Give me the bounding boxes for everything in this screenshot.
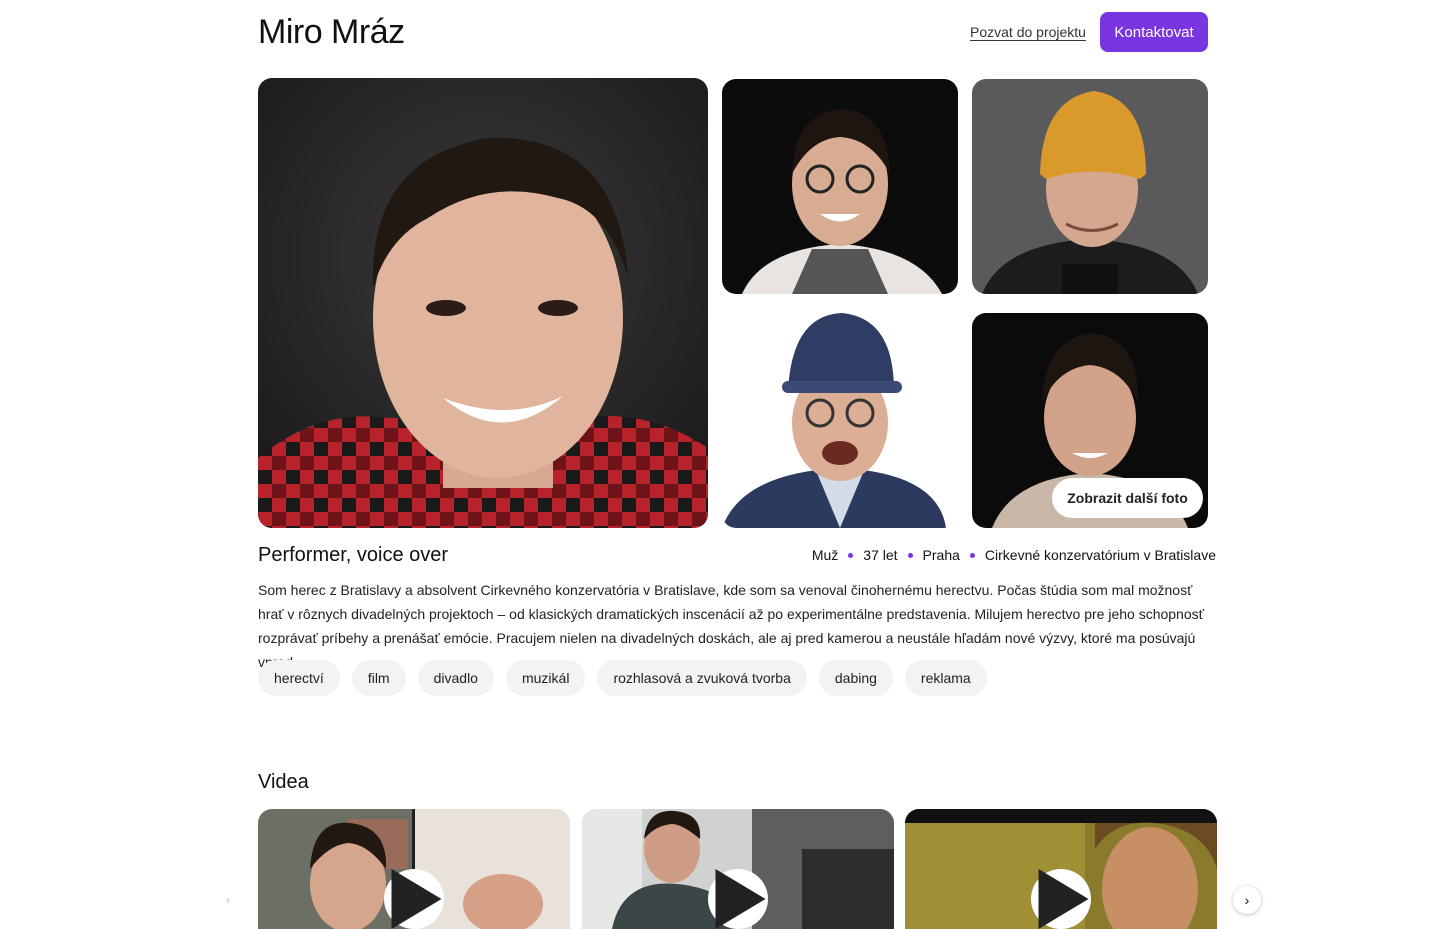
fact-city: Praha bbox=[922, 547, 960, 563]
profile-role: Performer, voice over bbox=[258, 544, 449, 566]
tag-musical[interactable]: muzikál bbox=[505, 660, 586, 696]
fact-age: 37 let bbox=[863, 547, 898, 563]
chevron-left-icon[interactable]: ‹ bbox=[218, 890, 238, 910]
play-icon[interactable] bbox=[708, 869, 768, 929]
chevron-right-icon[interactable]: › bbox=[1233, 886, 1261, 914]
tag-radio[interactable]: rozhlasová a zvuková tvorba bbox=[597, 660, 807, 696]
profile-facts: Muž 37 let Praha Cirkevné konzervatórium… bbox=[812, 546, 1216, 564]
video-thumbnail[interactable] bbox=[582, 809, 894, 929]
skill-tags: herectví film divadlo muzikál rozhlasová… bbox=[258, 660, 987, 696]
tag-film[interactable]: film bbox=[351, 660, 406, 696]
play-icon[interactable] bbox=[1031, 869, 1091, 929]
fact-gender: Muž bbox=[811, 547, 839, 563]
gallery-photo[interactable] bbox=[722, 313, 958, 528]
separator-dot bbox=[969, 552, 975, 558]
invite-to-project-link[interactable]: Pozvat do projektu bbox=[970, 23, 1086, 41]
video-thumbnail[interactable] bbox=[905, 809, 1217, 929]
tag-dubbing[interactable]: dabing bbox=[818, 660, 893, 696]
tag-acting[interactable]: herectví bbox=[258, 660, 340, 696]
video-thumbnail[interactable] bbox=[258, 809, 570, 929]
contact-button[interactable]: Kontaktovat bbox=[1100, 12, 1208, 52]
show-more-photos-button[interactable]: Zobrazit další foto bbox=[1052, 478, 1203, 518]
play-icon[interactable] bbox=[384, 869, 444, 929]
tag-theatre[interactable]: divadlo bbox=[417, 660, 494, 696]
profile-name: Miro Mráz bbox=[258, 13, 405, 51]
separator-dot bbox=[907, 552, 913, 558]
fact-education: Cirkevné konzervatórium v Bratislave bbox=[984, 547, 1216, 563]
main-profile-photo[interactable] bbox=[258, 78, 708, 528]
gallery-photo[interactable] bbox=[972, 79, 1208, 294]
videos-section-title: Videa bbox=[258, 771, 309, 793]
separator-dot bbox=[848, 552, 854, 558]
gallery-photo[interactable] bbox=[722, 79, 958, 294]
tag-commercial[interactable]: reklama bbox=[904, 660, 987, 696]
